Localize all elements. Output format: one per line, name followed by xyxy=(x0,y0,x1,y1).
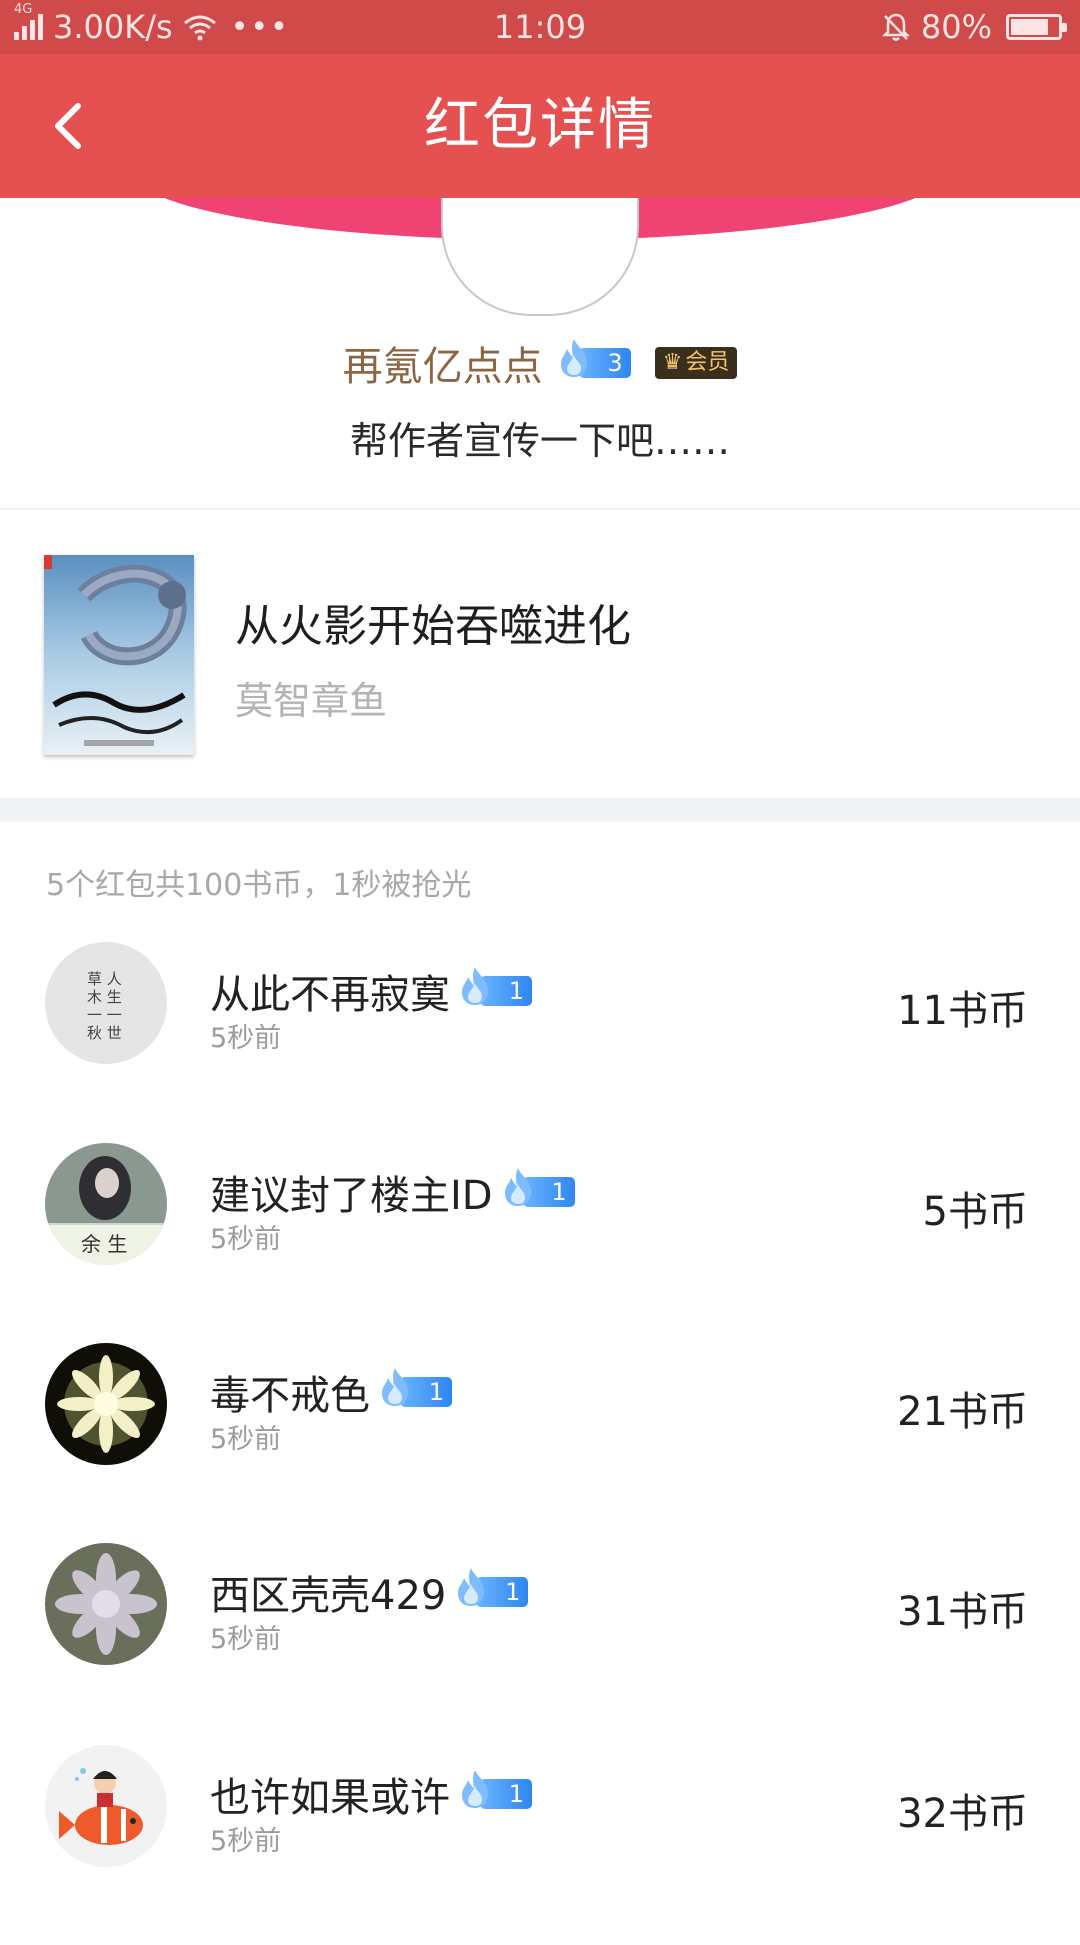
grab-amount: 11书币 xyxy=(897,988,1028,1034)
battery-percent: 80% xyxy=(920,8,992,46)
svg-text:秋 世: 秋 世 xyxy=(87,1024,122,1042)
grab-amount: 32书币 xyxy=(897,1791,1028,1837)
user-name[interactable]: 从此不再寂寞 xyxy=(210,962,450,1020)
fan-level-badge: 1 xyxy=(458,1770,532,1810)
grab-amount: 21书币 xyxy=(897,1389,1028,1435)
user-avatar[interactable] xyxy=(45,1343,167,1465)
page-title: 红包详情 xyxy=(424,93,656,158)
user-avatar[interactable] xyxy=(45,1543,167,1665)
title-bar: 红包详情 xyxy=(0,54,1080,198)
flame-icon xyxy=(462,967,488,1005)
flame-icon xyxy=(462,1770,488,1808)
user-name[interactable]: 毒不戒色 xyxy=(210,1363,370,1421)
grab-amount: 5书币 xyxy=(922,1189,1028,1235)
record-row[interactable]: 西区壳壳429 1 5秒前 31书币 xyxy=(0,1543,1080,1743)
book-author: 莫智章鱼 xyxy=(235,679,388,723)
user-avatar[interactable] xyxy=(45,1745,167,1867)
fan-level-badge: 1 xyxy=(501,1168,575,1208)
book-cover[interactable] xyxy=(44,555,194,755)
battery-icon xyxy=(1006,14,1067,40)
status-bar: 4G 3.00K/s ••• 11:09 80% xyxy=(0,0,1080,54)
red-packet-message: 帮作者宣传一下吧…… xyxy=(349,419,730,463)
vip-label: 会员 xyxy=(685,350,730,375)
flame-icon xyxy=(504,1168,531,1206)
record-row[interactable]: 毒不戒色 1 5秒前 21书币 xyxy=(0,1343,1080,1543)
battery-level xyxy=(1011,19,1048,35)
fan-level-badge: 1 xyxy=(378,1368,452,1408)
fan-level-badge: 1 xyxy=(454,1568,529,1608)
user-name[interactable]: 也许如果或许 xyxy=(210,1765,450,1823)
record-row[interactable]: 余 生 建议封了楼主ID 1 5秒前 5书币 xyxy=(0,1143,1080,1343)
user-avatar[interactable]: 草 人 木 生 一 一 秋 世 xyxy=(45,942,167,1064)
sender-info: 再氪亿点点 3 ♛ 会员 xyxy=(0,334,1080,392)
grab-time: 5秒前 xyxy=(210,1624,282,1655)
fan-level-badge: 3 xyxy=(557,339,631,379)
svg-text:木 生: 木 生 xyxy=(87,988,122,1006)
svg-text:余 生: 余 生 xyxy=(81,1232,127,1256)
svg-text:一 一: 一 一 xyxy=(87,1006,122,1024)
section-separator xyxy=(0,798,1080,822)
flame-icon xyxy=(560,339,587,377)
fan-level-badge: 1 xyxy=(458,967,532,1007)
grab-time: 5秒前 xyxy=(210,1424,282,1455)
sender-name[interactable]: 再氪亿点点 xyxy=(343,334,543,392)
silent-bell-icon xyxy=(881,13,910,41)
red-packet-summary: 5个红包共100书币，1秒被抢光 xyxy=(46,868,472,903)
sender-avatar[interactable] xyxy=(441,196,639,316)
grab-amount: 31书币 xyxy=(897,1589,1028,1635)
grab-time: 5秒前 xyxy=(210,1224,282,1255)
book-cover-art xyxy=(44,555,194,755)
record-row[interactable]: 也许如果或许 1 5秒前 32书币 xyxy=(0,1745,1080,1945)
user-avatar[interactable]: 余 生 xyxy=(45,1143,167,1265)
svg-text:草 人: 草 人 xyxy=(87,970,122,988)
vip-badge: ♛ 会员 xyxy=(654,347,738,379)
user-name[interactable]: 建议封了楼主ID xyxy=(210,1163,493,1221)
flame-icon xyxy=(458,1568,485,1606)
grab-time: 5秒前 xyxy=(210,1826,282,1857)
grab-time: 5秒前 xyxy=(210,1023,282,1054)
divider xyxy=(0,508,1080,510)
record-row[interactable]: 草 人 木 生 一 一 秋 世 从此不再寂寞 1 5秒前 11书币 xyxy=(0,942,1080,1142)
book-title[interactable]: 从火影开始吞噬进化 xyxy=(235,590,631,654)
flame-icon xyxy=(382,1368,408,1406)
crown-icon: ♛ xyxy=(662,350,683,375)
user-name[interactable]: 西区壳壳429 xyxy=(210,1563,446,1621)
